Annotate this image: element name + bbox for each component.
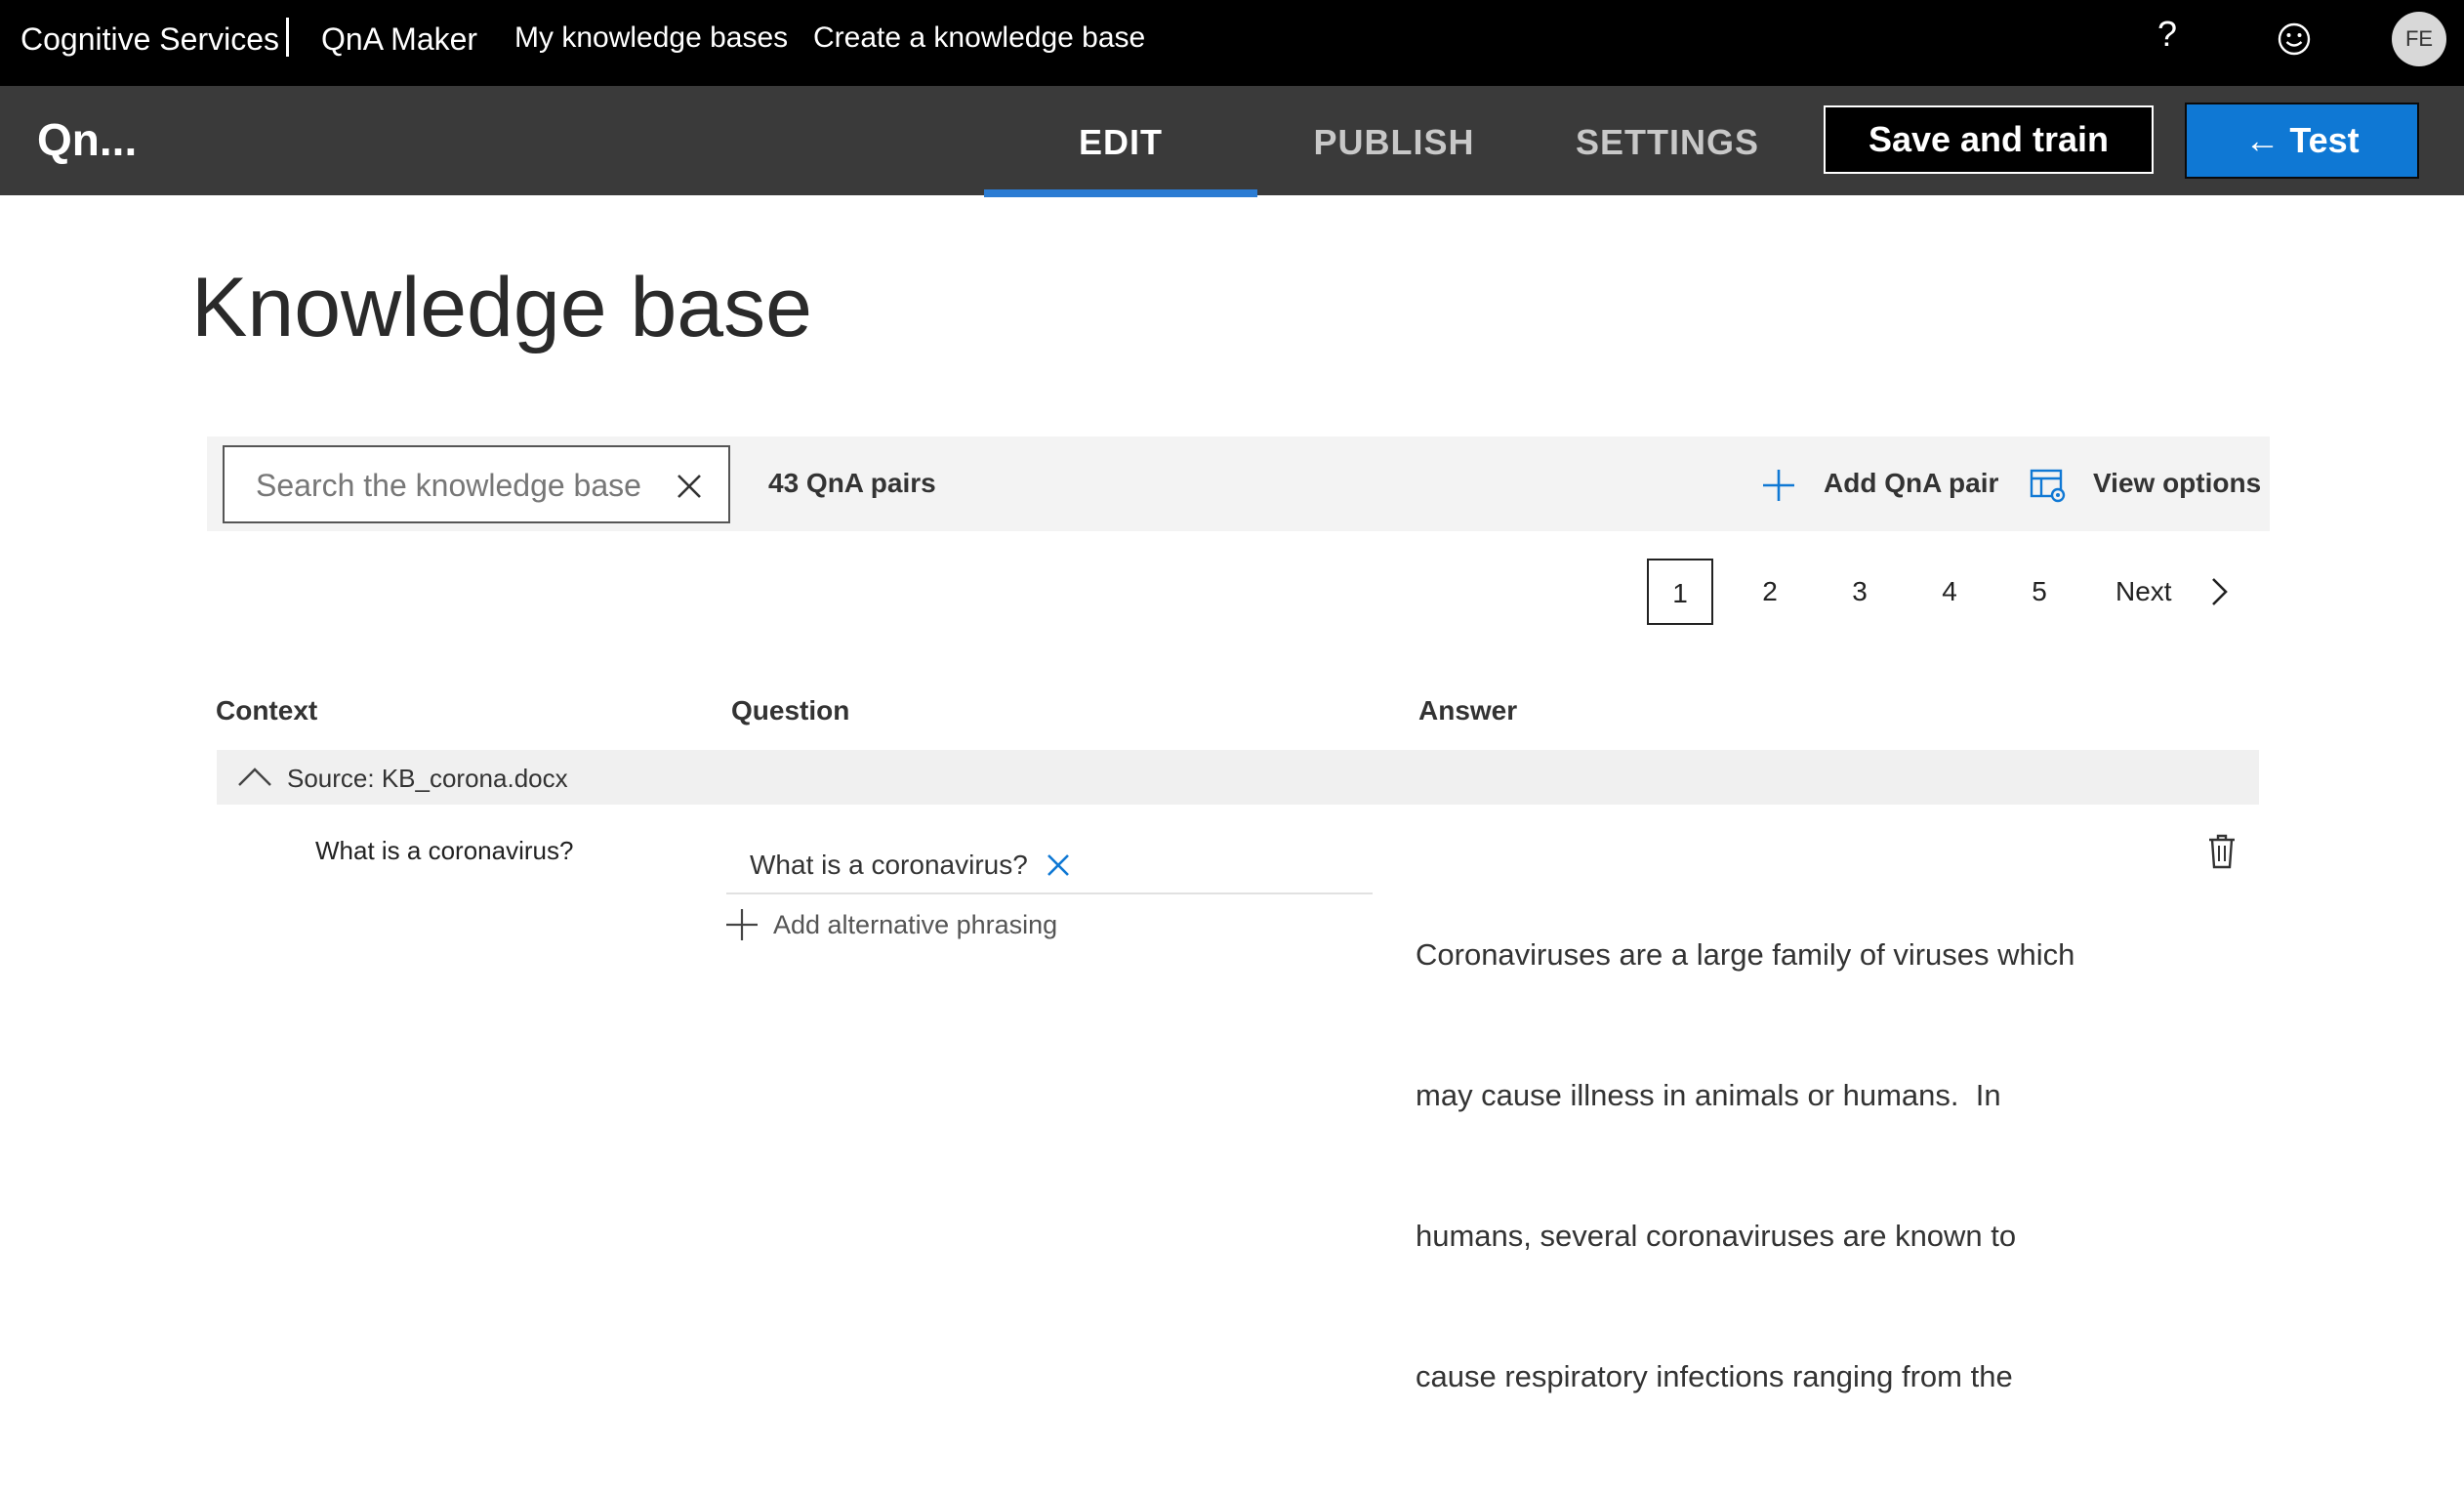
tab-settings[interactable]: SETTINGS: [1531, 86, 1804, 195]
answer-line: humans, several coronaviruses are known …: [1416, 1219, 2017, 1253]
page-2-button[interactable]: 2: [1737, 559, 1803, 625]
qna-pair-count: 43 QnA pairs: [768, 468, 936, 498]
add-alternative-phrasing-label: Add alternative phrasing: [773, 910, 1058, 939]
answer-text[interactable]: Coronaviruses are a large family of viru…: [1416, 838, 2118, 1494]
page-title: Knowledge base: [191, 261, 812, 354]
test-button[interactable]: ← Test: [2185, 103, 2419, 179]
answer-line: Coronaviruses are a large family of viru…: [1416, 937, 2075, 972]
user-avatar[interactable]: FE: [2392, 12, 2446, 66]
nav-create-knowledge-base[interactable]: Create a knowledge base: [813, 21, 1145, 55]
feedback-smiley-icon[interactable]: [2273, 18, 2316, 61]
tab-publish[interactable]: PUBLISH: [1257, 86, 1531, 195]
active-tab-indicator: [984, 189, 1257, 197]
page-1-button[interactable]: 1: [1647, 559, 1713, 625]
answer-line: may cause illness in animals or humans. …: [1416, 1078, 2001, 1112]
tab-edit[interactable]: EDIT: [984, 86, 1257, 195]
column-header-context[interactable]: Context: [216, 695, 317, 726]
chevron-up-icon[interactable]: [236, 762, 273, 796]
command-bar: Qn... EDIT PUBLISH SETTINGS Save and tra…: [0, 86, 2464, 197]
source-label: Source: KB_corona.docx: [287, 764, 568, 793]
brand-divider: [286, 18, 289, 57]
trash-icon[interactable]: [2206, 832, 2238, 876]
clear-search-icon[interactable]: [670, 467, 709, 506]
source-group-header: Source: KB_corona.docx: [217, 750, 2259, 805]
answer-line: cause respiratory infections ranging fro…: [1416, 1359, 2013, 1393]
search-input[interactable]: [254, 461, 648, 510]
column-header-question[interactable]: Question: [731, 695, 849, 726]
plus-icon: [1763, 470, 1794, 501]
question-text[interactable]: What is a coronavirus?: [750, 850, 1028, 881]
search-box: [223, 445, 730, 523]
product-name[interactable]: QnA Maker: [321, 21, 477, 58]
question-divider: [726, 892, 1373, 894]
brand-name[interactable]: Cognitive Services: [21, 21, 279, 58]
next-page-button[interactable]: Next: [2115, 559, 2172, 625]
column-header-answer[interactable]: Answer: [1418, 695, 1517, 726]
remove-question-icon[interactable]: [1043, 850, 1074, 886]
view-options-label: View options: [2093, 468, 2262, 498]
chevron-right-icon[interactable]: [2203, 576, 2235, 612]
top-navigation-bar: Cognitive Services QnA Maker My knowledg…: [0, 0, 2464, 86]
context-text[interactable]: What is a coronavirus?: [315, 836, 573, 866]
view-options-icon: [2030, 469, 2066, 503]
plus-icon: [726, 909, 758, 940]
add-qna-pair-label: Add QnA pair: [1824, 468, 1999, 498]
page-3-button[interactable]: 3: [1827, 559, 1893, 625]
page-4-button[interactable]: 4: [1916, 559, 1983, 625]
nav-my-knowledge-bases[interactable]: My knowledge bases: [514, 21, 788, 55]
page-5-button[interactable]: 5: [2006, 559, 2073, 625]
save-and-train-button[interactable]: Save and train: [1824, 105, 2154, 174]
help-icon[interactable]: ?: [2148, 14, 2187, 62]
kb-toolbar: 43 QnA pairs Add QnA pair View options: [207, 436, 2270, 531]
knowledge-base-name: Qn...: [37, 114, 138, 165]
